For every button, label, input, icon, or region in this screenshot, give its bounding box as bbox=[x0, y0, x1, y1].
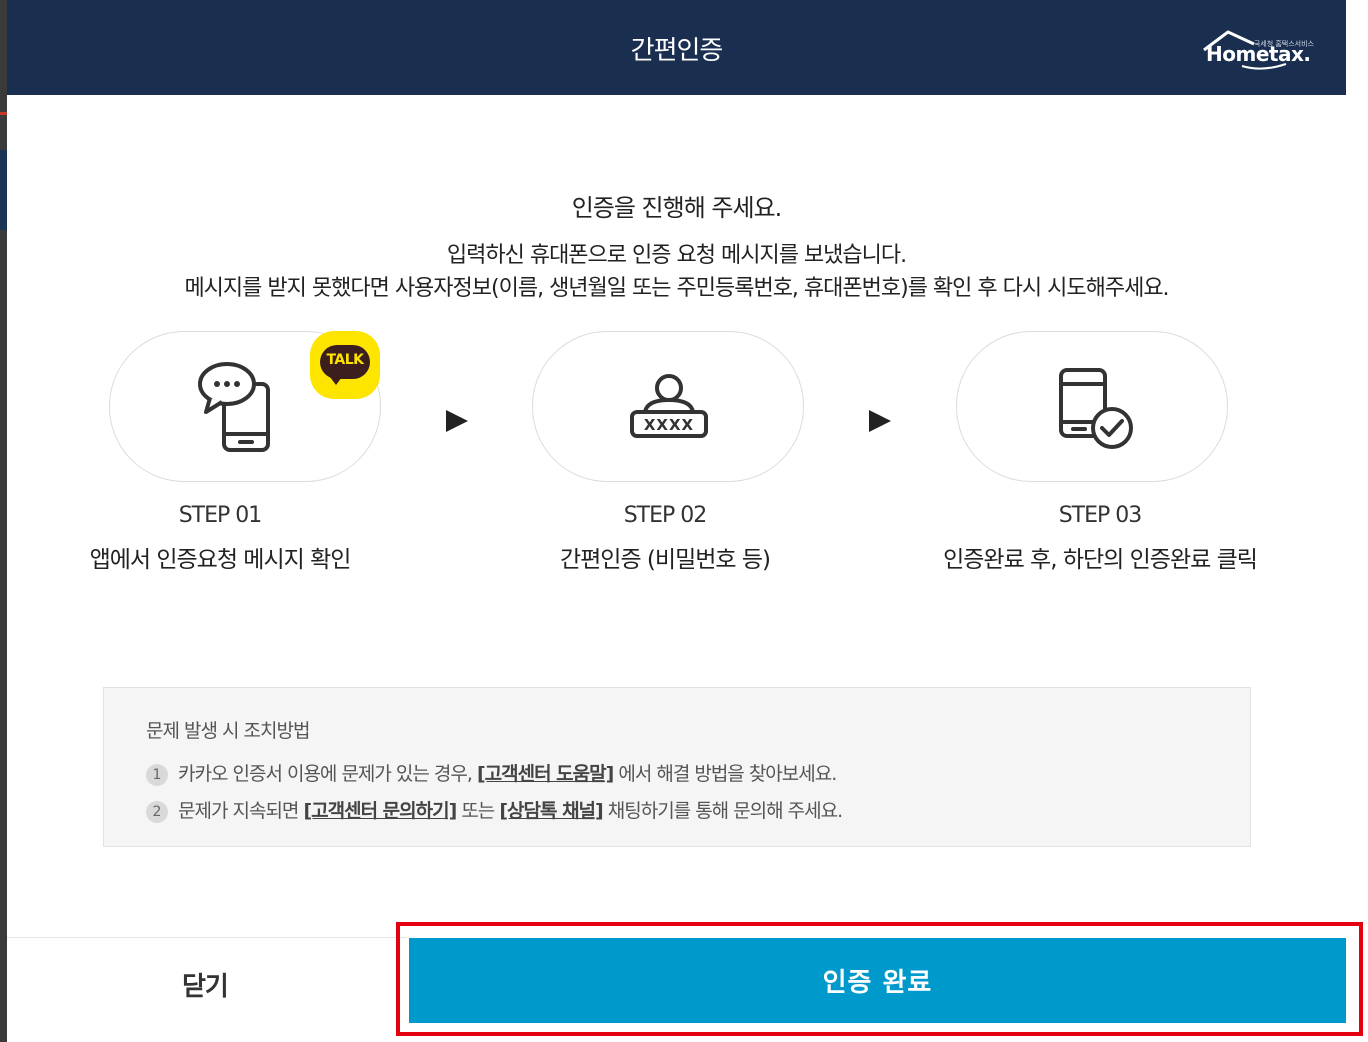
chat-channel-link[interactable]: [상담톡 채널] bbox=[499, 800, 603, 822]
kakao-talk-badge: TALK bbox=[310, 331, 380, 399]
step-2-card: XXXX bbox=[532, 331, 804, 482]
auth-dialog: 간편인증 국세청 홈택스서비스 Hometax. 인증을 진행해 주세요. 입력… bbox=[0, 0, 1368, 1042]
svg-text:XXXX: XXXX bbox=[644, 416, 694, 434]
step-2-number: STEP 02 bbox=[623, 503, 708, 528]
dialog-title: 간편인증 bbox=[630, 36, 724, 66]
step-1-number: STEP 01 bbox=[178, 503, 263, 528]
logo-text: Hometax. bbox=[1206, 42, 1311, 66]
dialog-header: 간편인증 국세청 홈택스서비스 Hometax. bbox=[7, 0, 1346, 95]
help-item: 2 문제가 지속되면 [고객센터 문의하기] 또는 [상담톡 채널] 채팅하기를 … bbox=[146, 796, 843, 823]
troubleshooting-title: 문제 발생 시 조치방법 bbox=[146, 720, 310, 742]
instruction-title: 인증을 진행해 주세요. bbox=[571, 194, 783, 222]
number-badge: 1 bbox=[146, 764, 168, 786]
auth-complete-button[interactable]: 인증 완료 bbox=[409, 938, 1346, 1023]
number-badge: 2 bbox=[146, 801, 168, 823]
step-3-number: STEP 03 bbox=[1058, 503, 1143, 528]
step-2-description: 간편인증 (비밀번호 등) bbox=[559, 547, 771, 573]
arrow-right-icon bbox=[446, 410, 468, 432]
chat-phone-icon bbox=[198, 362, 270, 452]
hometax-logo: 국세청 홈택스서비스 Hometax. bbox=[1202, 28, 1316, 72]
step-3-description: 인증완료 후, 하단의 인증완료 클릭 bbox=[943, 547, 1258, 573]
background-window-edge bbox=[0, 0, 7, 1042]
help-center-guide-link[interactable]: [고객센터 도움말] bbox=[477, 763, 614, 785]
phone-check-icon bbox=[1059, 368, 1133, 449]
step-1-description: 앱에서 인증요청 메시지 확인 bbox=[89, 547, 352, 573]
help-item: 1 카카오 인증서 이용에 문제가 있는 경우, [고객센터 도움말] 에서 해결… bbox=[146, 759, 837, 786]
close-button[interactable]: 닫기 bbox=[7, 938, 407, 1024]
user-password-icon: XXXX bbox=[630, 374, 708, 438]
help-center-inquiry-link[interactable]: [고객센터 문의하기] bbox=[303, 800, 457, 822]
arrow-right-icon bbox=[869, 410, 891, 432]
troubleshooting-box: 문제 발생 시 조치방법 1 카카오 인증서 이용에 문제가 있는 경우, [고객… bbox=[103, 687, 1251, 847]
instruction-line-2: 메시지를 받지 못했다면 사용자정보(이름, 생년월일 또는 주민등록번호, 휴… bbox=[184, 276, 1169, 301]
talk-badge-label: TALK bbox=[326, 352, 364, 368]
step-3-card bbox=[956, 331, 1228, 482]
instruction-line-1: 입력하신 휴대폰으로 인증 요청 메시지를 보냈습니다. bbox=[446, 243, 907, 268]
